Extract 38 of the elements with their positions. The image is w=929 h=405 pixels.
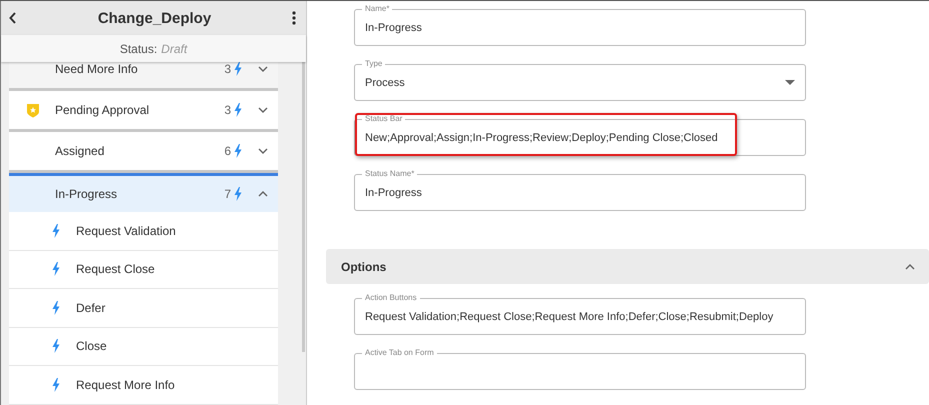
lightning-icon (52, 300, 60, 315)
expand-icon[interactable] (258, 148, 268, 154)
status-name: Pending Approval (55, 103, 150, 117)
field-label: Type (362, 59, 386, 69)
lightning-icon (234, 144, 242, 158)
action-row[interactable]: Close (9, 328, 278, 366)
expand-icon[interactable] (258, 66, 268, 72)
collapse-icon[interactable] (905, 264, 915, 270)
field-label: Action Buttons (362, 293, 420, 303)
status-row[interactable]: In-Progress 7 (9, 173, 278, 212)
back-icon[interactable] (9, 12, 17, 24)
lightning-icon (52, 224, 60, 238)
field-label: Status Bar (362, 114, 406, 124)
dropdown-arrow-icon[interactable] (785, 80, 795, 85)
count: 3 (224, 62, 231, 76)
lightning-icon (234, 187, 242, 201)
lightning-icon (52, 262, 60, 276)
status-name: Assigned (55, 144, 106, 158)
lightning-icon (52, 339, 60, 354)
status-name: In-Progress (55, 187, 118, 201)
status-name: Need More Info (55, 62, 139, 76)
lightning-icon (234, 62, 242, 76)
field-label: Active Tab on Form (362, 348, 437, 358)
collapse-icon[interactable] (258, 191, 268, 197)
count: 3 (224, 103, 231, 117)
field-label: Status Name* (362, 169, 418, 179)
count: 7 (224, 187, 231, 201)
field-label: Name* (362, 4, 392, 14)
action-row[interactable]: Request Close (9, 250, 278, 289)
lightning-icon (52, 378, 60, 392)
panel-title: Change_Deploy (96, 10, 212, 26)
count: 6 (224, 144, 231, 158)
section-header[interactable]: Options (326, 249, 929, 284)
status-bar: Status: Draft (1, 35, 306, 62)
lightning-icon (234, 103, 242, 117)
expand-icon[interactable] (258, 107, 268, 113)
status-row[interactable]: Need More Info 3 (9, 62, 278, 88)
more-menu-icon[interactable] (292, 11, 296, 25)
